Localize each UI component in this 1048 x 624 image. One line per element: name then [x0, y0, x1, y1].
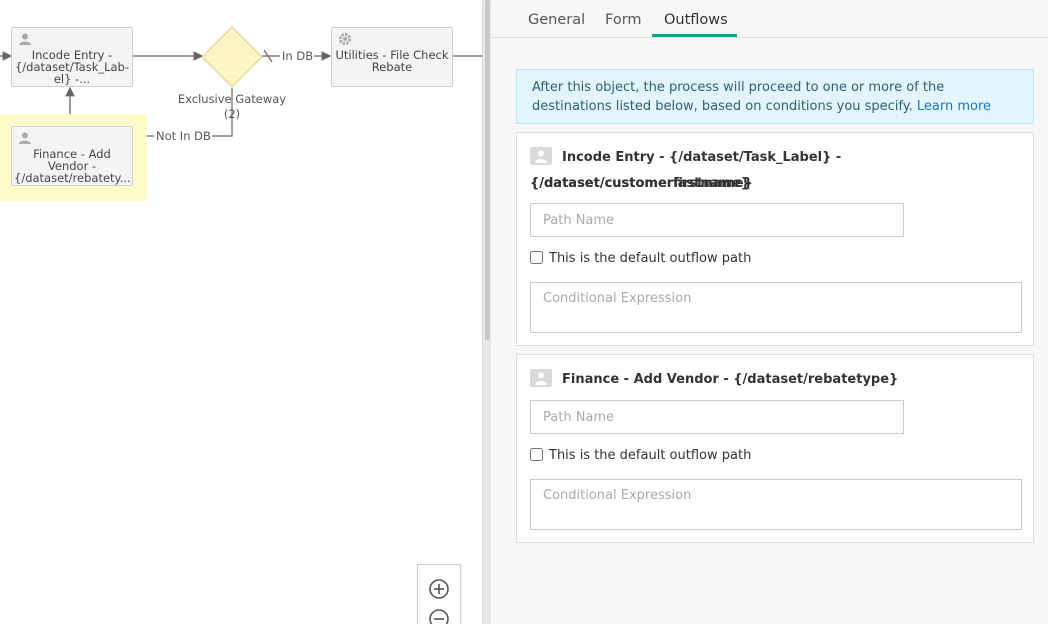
tab-form[interactable]: Form — [605, 12, 642, 28]
default-outflow-label: This is the default outflow path — [549, 448, 752, 463]
gear-icon — [338, 32, 352, 46]
scrollbar-thumb[interactable] — [485, 0, 490, 340]
node-label-line: Rebate — [371, 60, 413, 74]
conditional-expression-input[interactable] — [530, 479, 1022, 530]
outflow-card: Incode Entry - {/dataset/Task_Label} - {… — [516, 132, 1034, 346]
user-task-icon — [530, 369, 552, 387]
default-outflow-checkbox-row[interactable]: This is the default outflow path — [530, 250, 751, 268]
conditional-expression-input[interactable] — [530, 282, 1022, 333]
tab-outflows[interactable]: Outflows — [664, 12, 728, 28]
learn-more-link[interactable]: Learn more — [917, 99, 991, 114]
node-finance-add-vendor[interactable]: Finance - Add Vendor - {/dataset/rebatet… — [11, 126, 133, 186]
default-outflow-checkbox[interactable] — [530, 251, 543, 264]
zoom-controls — [417, 564, 461, 624]
gateway-label-line: (2) — [223, 107, 241, 121]
user-task-icon — [19, 33, 31, 45]
default-outflow-checkbox[interactable] — [530, 448, 543, 461]
path-name-input[interactable] — [530, 203, 904, 237]
zoom-out-icon[interactable] — [428, 608, 450, 624]
exclusive-gateway-shape — [201, 26, 263, 88]
info-banner: After this object, the process will proc… — [516, 69, 1034, 124]
node-utilities-file-check[interactable]: Utilities - File Check Rebate — [331, 27, 453, 87]
gateway-label: Exclusive Gateway (2) — [172, 92, 292, 122]
node-label-line: el} -... — [53, 72, 91, 86]
gateway-label-line: Exclusive Gateway — [177, 92, 287, 106]
node-label-line: {/dataset/rebatety... — [14, 171, 131, 185]
outflow-title-line2: {/dataset/customerlastname} — [530, 176, 751, 191]
user-task-icon — [530, 147, 552, 165]
info-text: After this object, the process will proc… — [532, 80, 945, 114]
active-tab-indicator — [652, 34, 737, 37]
tab-general[interactable]: General — [528, 12, 585, 28]
process-canvas[interactable]: Incode Entry - {/dataset/Task_Lab- el} -… — [0, 0, 482, 624]
panel-tabs: General Form Outflows — [491, 0, 1048, 38]
zoom-in-icon[interactable] — [428, 578, 450, 600]
path-name-input[interactable] — [530, 400, 904, 434]
outflow-card: Finance - Add Vendor - {/dataset/rebatet… — [516, 354, 1034, 543]
connector-label-not-in-db[interactable]: Not In DB — [156, 129, 211, 143]
default-outflow-label: This is the default outflow path — [549, 251, 752, 266]
properties-panel: General Form Outflows After this object,… — [491, 0, 1048, 624]
outflow-title: Finance - Add Vendor - {/dataset/rebatet… — [530, 367, 898, 393]
outflow-title-line1: Finance - Add Vendor - {/dataset/rebatet… — [562, 372, 899, 387]
node-incode-entry[interactable]: Incode Entry - {/dataset/Task_Lab- el} -… — [11, 27, 133, 87]
user-task-icon — [19, 132, 31, 144]
connector-label-in-db[interactable]: In DB — [282, 49, 313, 63]
default-outflow-checkbox-row[interactable]: This is the default outflow path — [530, 447, 751, 465]
